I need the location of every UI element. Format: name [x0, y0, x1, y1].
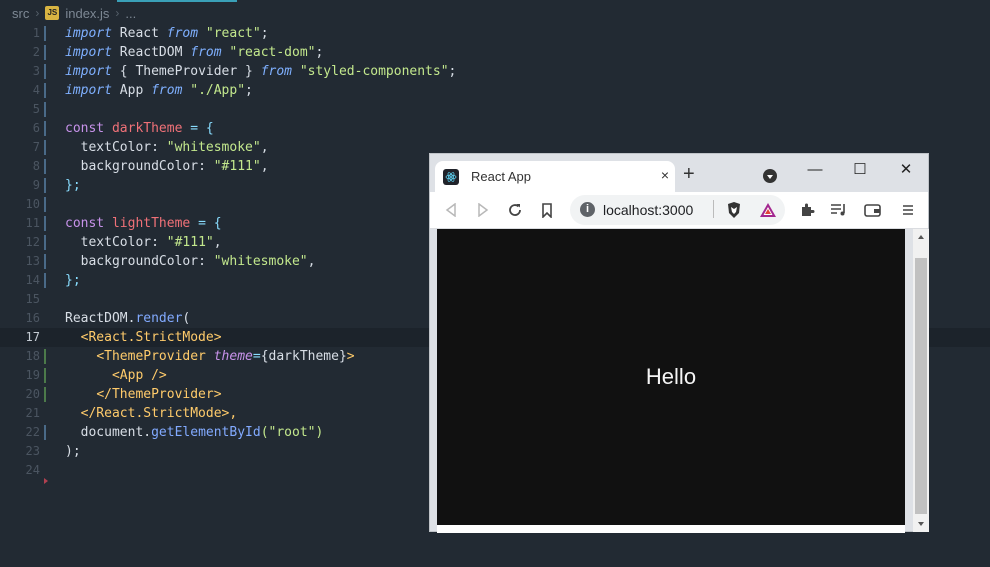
- tab-search-icon[interactable]: [763, 169, 777, 183]
- active-tab-indicator: [117, 0, 237, 2]
- react-logo-icon: [443, 168, 459, 185]
- address-bar[interactable]: i localhost:3000: [570, 195, 785, 225]
- browser-toolbar: i localhost:3000: [430, 192, 928, 229]
- forward-icon[interactable]: [473, 200, 493, 220]
- browser-window: React App × + — ☐ ✕ i localhost:3000 Hel…: [429, 153, 929, 533]
- back-icon[interactable]: [441, 200, 461, 220]
- menu-icon[interactable]: [898, 200, 918, 220]
- vertical-scrollbar[interactable]: [913, 229, 929, 532]
- fold-marker-icon[interactable]: [44, 478, 48, 484]
- browser-tab[interactable]: React App ×: [435, 161, 675, 192]
- close-tab-icon[interactable]: ×: [661, 167, 669, 183]
- divider: [713, 200, 714, 218]
- extensions-icon[interactable]: [797, 200, 817, 220]
- wallet-icon[interactable]: [863, 200, 883, 220]
- js-file-icon: JS: [45, 6, 60, 20]
- code-line: 4 import App from "./App";: [32, 83, 253, 98]
- hello-text: Hello: [645, 364, 697, 389]
- site-info-icon[interactable]: i: [580, 202, 595, 217]
- bookmark-icon[interactable]: [537, 200, 557, 220]
- breadcrumb-file[interactable]: index.js: [65, 6, 109, 21]
- code-line: 2 import ReactDOM from "react-dom";: [32, 45, 324, 60]
- brave-rewards-icon[interactable]: [758, 200, 778, 220]
- scroll-down-icon[interactable]: [918, 522, 924, 526]
- code-line: 5: [0, 100, 990, 119]
- tab-title: React App: [471, 169, 531, 184]
- breadcrumb-folder[interactable]: src: [12, 6, 29, 21]
- viewport-bottom-edge: [437, 525, 905, 533]
- maximize-button[interactable]: ☐: [845, 158, 875, 180]
- scroll-up-icon[interactable]: [918, 235, 924, 239]
- code-line: 1 import React from "react";: [32, 26, 269, 41]
- brave-shields-icon[interactable]: [724, 200, 744, 220]
- scrollbar-thumb[interactable]: [915, 258, 927, 514]
- url-text: localhost:3000: [603, 202, 694, 218]
- breadcrumb: src › JS index.js › ...: [0, 0, 136, 26]
- tab-strip: React App × + — ☐ ✕: [430, 154, 928, 192]
- media-controls-icon[interactable]: [829, 200, 849, 220]
- code-line: 6 const darkTheme = {: [32, 121, 214, 136]
- reload-icon[interactable]: [505, 200, 525, 220]
- minimize-button[interactable]: —: [800, 158, 830, 180]
- new-tab-button[interactable]: +: [683, 163, 695, 186]
- close-window-button[interactable]: ✕: [891, 158, 921, 180]
- page-viewport: Hello: [437, 229, 905, 525]
- code-line: 3 import { ThemeProvider } from "styled-c…: [32, 64, 457, 79]
- chevron-right-icon: ›: [35, 6, 40, 20]
- breadcrumb-more[interactable]: ...: [125, 6, 136, 21]
- chevron-right-icon: ›: [115, 6, 120, 20]
